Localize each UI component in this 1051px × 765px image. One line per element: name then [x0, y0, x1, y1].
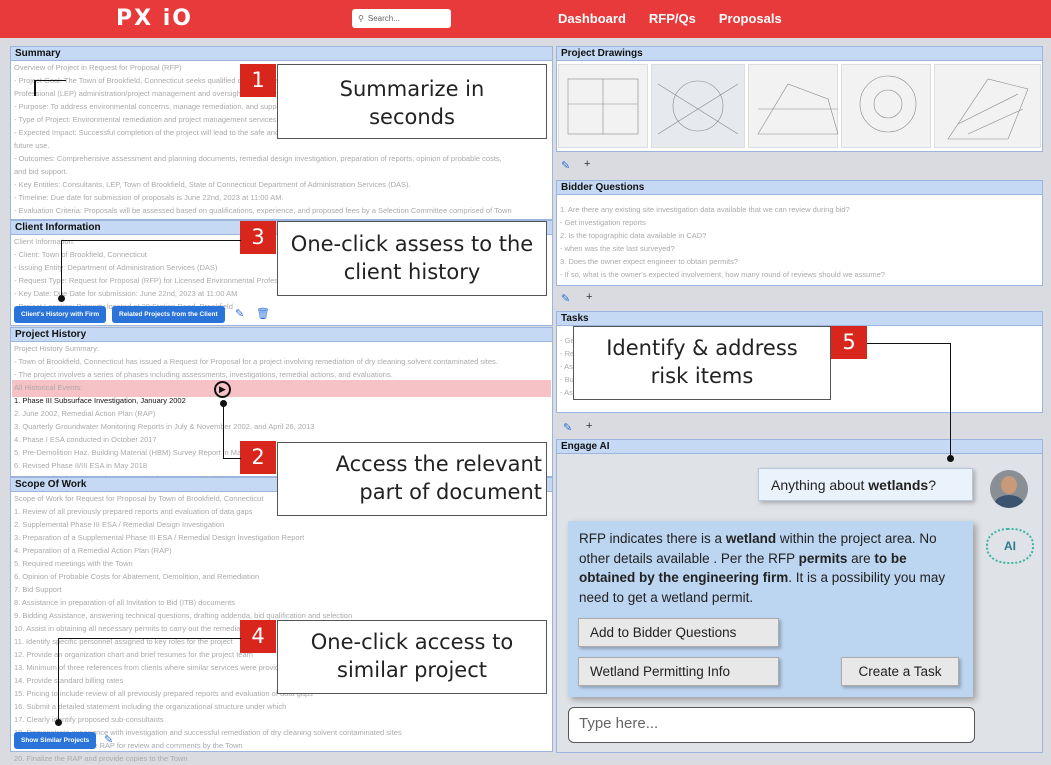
app-logo[interactable]: PX iO	[116, 6, 193, 31]
connector-line	[950, 343, 951, 458]
text-line: 3. Preparation of a Supplemental Phase I…	[14, 533, 305, 542]
connector-line	[58, 638, 241, 639]
engage-ai-title: Engage AI	[557, 440, 1042, 454]
edit-icon[interactable]: ✎	[561, 159, 570, 172]
text-line: 6. Opinion of Probable Costs for Abateme…	[14, 572, 260, 581]
wetland-permitting-info-button[interactable]: Wetland Permitting Info	[578, 657, 779, 686]
callout-number-3: 3	[240, 221, 276, 254]
text-line: - Get investigation reports	[560, 218, 646, 227]
ai-brain-icon: AI	[986, 528, 1034, 564]
search-input[interactable]: ⚲ Search...	[352, 9, 451, 28]
history-title: Project History	[11, 328, 552, 342]
nav-proposals[interactable]: Proposals	[719, 11, 782, 26]
text-line: - Town of Brookfield, Connecticut has is…	[14, 357, 498, 366]
connector-line	[34, 80, 36, 96]
tasks-title: Tasks	[557, 312, 1042, 326]
callout-similar-project: One-click access to similar project	[277, 620, 547, 694]
user-message-end: ?	[928, 477, 936, 493]
connector-line	[867, 343, 951, 344]
drawing-sketches	[567, 75, 1029, 140]
callout-risk-items: Identify & address risk items	[573, 326, 831, 400]
text-line: 17. Clearly identify proposed sub-consul…	[14, 715, 164, 724]
text-line: Project History Summary:	[14, 344, 100, 353]
connector-line	[61, 240, 62, 298]
text-line: 2. Is the topographic data available in …	[560, 231, 707, 240]
callout-number-4: 4	[240, 620, 276, 653]
edit-icon[interactable]: ✎	[235, 307, 244, 320]
text-line: - when was the site last surveyed?	[560, 244, 675, 253]
play-icon[interactable]: ▶	[214, 381, 231, 398]
connector-line	[223, 404, 224, 459]
callout-number-2: 2	[240, 441, 276, 474]
add-icon[interactable]: +	[584, 158, 590, 170]
text-line: - Timeline: Due date for submission of p…	[14, 193, 284, 202]
connector-line	[34, 80, 66, 81]
user-avatar	[990, 470, 1028, 508]
connector-line	[61, 240, 241, 241]
text-line: 2. Supplemental Phase III ESA / Remedial…	[14, 520, 225, 529]
callout-number-1: 1	[240, 64, 276, 97]
text-line: and bid support.	[14, 167, 68, 176]
connector-dot	[58, 295, 65, 302]
delete-icon[interactable]: 🗑	[256, 307, 270, 320]
callout-relevant-part: Access the relevant part of document	[277, 442, 547, 516]
text-line: - If so, what is the owner's expected in…	[560, 270, 885, 279]
text-line: - Key Entities: Consultants, LEP, Town o…	[14, 180, 411, 189]
connector-dot	[947, 455, 954, 462]
create-task-button[interactable]: Create a Task	[841, 657, 959, 686]
show-similar-projects-button[interactable]: Show Similar Projects	[14, 732, 97, 749]
text-line: 2. June 2002, Remedial Action Plan (RAP)	[14, 409, 156, 418]
text-line: 16. Submit a detailed statement includin…	[14, 702, 287, 711]
ai-response-text: RFP indicates there is a wetland within …	[579, 531, 946, 605]
text-line: 4. Preparation of a Remedial Action Plan…	[14, 546, 172, 555]
callout-client-history: One-click assess to the client history	[277, 221, 547, 296]
user-message-keyword: wetlands	[868, 477, 929, 493]
text-line: 3. Does the owner expect engineer to obt…	[560, 257, 739, 266]
nav-dashboard[interactable]: Dashboard	[558, 11, 626, 26]
edit-icon[interactable]: ✎	[561, 292, 570, 305]
edit-icon[interactable]: ✎	[563, 421, 572, 434]
drawings-title: Project Drawings	[557, 47, 1042, 61]
summary-title: Summary	[11, 47, 552, 61]
nav-rfpqs[interactable]: RFP/Qs	[649, 11, 696, 26]
chat-input[interactable]: Type here...	[568, 707, 975, 743]
main-nav: Dashboard RFP/Qs Proposals	[558, 11, 782, 26]
add-icon[interactable]: +	[586, 291, 592, 303]
client-history-button[interactable]: Client's History with Firm	[14, 306, 107, 323]
ai-response: RFP indicates there is a wetland within …	[568, 521, 973, 697]
text-line: 8. Assistance in preparation of all Invi…	[14, 598, 235, 607]
search-placeholder: Search...	[367, 14, 400, 23]
scope-panel: Scope Of Work Scope of Work for Request …	[10, 477, 553, 763]
user-message: Anything about wetlands?	[758, 468, 973, 501]
search-icon: ⚲	[358, 14, 364, 23]
user-message-text: Anything about	[771, 477, 869, 493]
text-line: 1. Are there any existing site investiga…	[560, 205, 850, 214]
text-line: 3. Quarterly Groundwater Monitoring Repo…	[14, 422, 315, 431]
connector-dot	[220, 400, 227, 407]
bidder-title: Bidder Questions	[557, 181, 1042, 195]
text-line: 5. Required meetings with the Town	[14, 559, 133, 568]
related-projects-button[interactable]: Related Projects from the Client	[112, 306, 225, 323]
callout-summarize: Summarize in seconds	[277, 64, 547, 139]
text-line: 7. Bid Support	[14, 585, 62, 594]
connector-line	[58, 638, 59, 722]
text-line: - Evaluation Criteria: Proposals will be…	[14, 206, 512, 215]
text-line: - Outcomes: Comprehensive assessment and…	[14, 154, 502, 163]
edit-icon[interactable]: ✎	[104, 733, 113, 746]
bidder-text: 1. Are there any existing site investiga…	[557, 195, 1042, 281]
add-icon[interactable]: +	[586, 420, 592, 432]
top-nav-bar: PX iO ⚲ Search... Dashboard RFP/Qs Propo…	[0, 0, 1051, 38]
text-line: All Historical Events:	[14, 383, 83, 392]
text-line: - The project involves a series of phase…	[14, 370, 393, 379]
callout-number-5: 5	[831, 326, 867, 359]
text-line: 1. Phase III Subsurface Investigation, J…	[14, 396, 186, 405]
connector-line	[223, 458, 241, 459]
connector-dot	[55, 719, 62, 726]
bidder-panel: Bidder Questions 1. Are there any existi…	[556, 180, 1043, 286]
text-line: future use.	[14, 141, 50, 150]
add-to-bidder-questions-button[interactable]: Add to Bidder Questions	[578, 618, 779, 647]
